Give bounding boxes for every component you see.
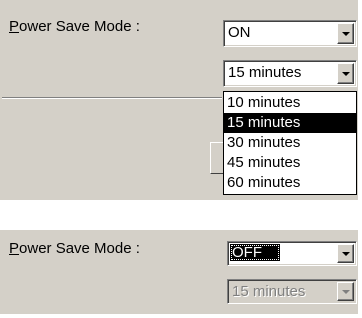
chevron-down-icon [341,31,350,36]
timeout-option[interactable]: 45 minutes [224,153,356,173]
divider-highlight [2,98,222,99]
power-save-panel-off: Power Save Mode : OFF 15 minutes [0,230,358,314]
timeout-option[interactable]: 30 minutes [224,133,356,153]
power-save-timeout-value: 15 minutes [232,283,306,300]
mode-dropdown-button[interactable] [337,244,354,263]
power-save-mode-value: ON [228,24,251,41]
timeout-dropdown-button [337,282,354,301]
power-save-mode-select[interactable]: ON [223,20,357,47]
power-save-mode-label: Power Save Mode : [9,240,140,257]
timeout-option[interactable]: 10 minutes [224,93,356,113]
power-save-mode-select[interactable]: OFF [227,241,357,266]
timeout-option-selected[interactable]: 15 minutes [224,113,356,133]
chevron-down-icon [341,289,350,294]
timeout-dropdown-button[interactable] [337,63,354,84]
power-save-mode-value: OFF [230,244,280,261]
chevron-down-icon [341,71,350,76]
power-save-timeout-value: 15 minutes [228,64,302,81]
power-save-timeout-select[interactable]: 15 minutes [223,60,357,87]
mode-dropdown-button[interactable] [337,23,354,44]
power-save-timeout-select-disabled: 15 minutes [227,279,357,304]
power-save-mode-label: Power Save Mode : [9,18,140,35]
timeout-option[interactable]: 60 minutes [224,173,356,193]
timeout-dropdown-list: 10 minutes 15 minutes 30 minutes 45 minu… [223,91,357,195]
chevron-down-icon [341,251,350,256]
